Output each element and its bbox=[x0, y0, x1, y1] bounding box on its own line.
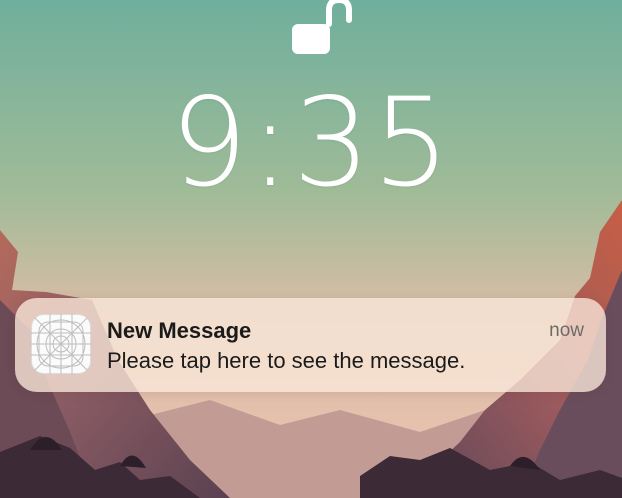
unlocked-padlock-icon bbox=[292, 0, 352, 54]
message-notification[interactable]: New Message Please tap here to see the m… bbox=[15, 298, 606, 392]
app-placeholder-icon bbox=[31, 314, 91, 374]
notification-time: now bbox=[549, 320, 584, 341]
lock-screen: 9:35 New Message Please tap here to see … bbox=[0, 0, 622, 498]
notification-body: Please tap here to see the message. bbox=[107, 348, 466, 373]
lock-screen-clock: 9:35 bbox=[170, 72, 452, 214]
notification-title: New Message bbox=[107, 318, 252, 343]
